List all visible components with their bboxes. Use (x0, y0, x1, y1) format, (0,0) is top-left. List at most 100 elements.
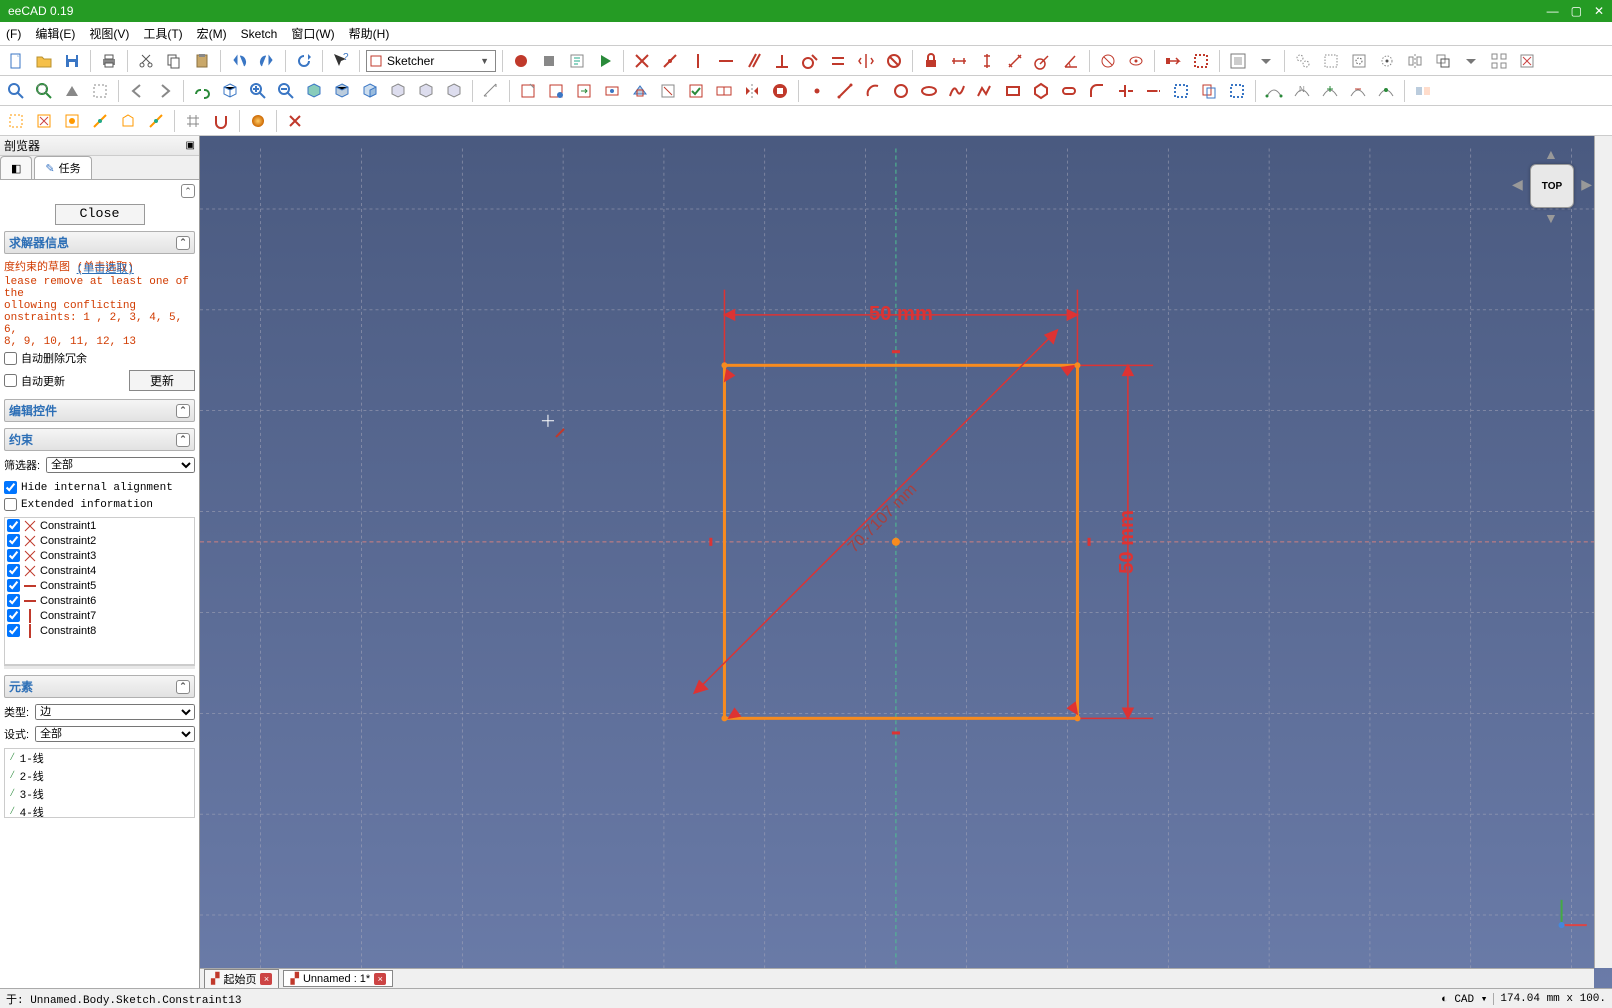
zoom-out-icon[interactable] (274, 79, 298, 103)
auto-update-checkbox[interactable] (4, 374, 17, 387)
create-point-icon[interactable] (805, 79, 829, 103)
constraint-item[interactable]: Constraint4 (5, 563, 194, 578)
constraint-item[interactable]: Constraint6 (5, 593, 194, 608)
menu-help[interactable]: 帮助(H) (349, 25, 390, 42)
start-page-tab[interactable]: ▞ 起始页 × (204, 969, 279, 989)
zoom-in-icon[interactable] (246, 79, 270, 103)
constrain-radius-icon[interactable] (1031, 49, 1055, 73)
show-bspline-info-icon[interactable] (1262, 79, 1286, 103)
constraint-checkbox[interactable] (7, 579, 20, 592)
workbench-selector[interactable]: Sketcher ▼ (366, 50, 496, 72)
restore-alignment-icon[interactable] (1347, 49, 1371, 73)
menu-sketch[interactable]: Sketch (241, 27, 278, 41)
type-select[interactable]: 边 (35, 704, 195, 720)
view-front-icon[interactable] (302, 79, 326, 103)
constraint-checkbox[interactable] (7, 519, 20, 532)
undo-icon[interactable] (227, 49, 251, 73)
update-button[interactable]: 更新 (129, 370, 195, 391)
view-bottom-icon[interactable] (414, 79, 438, 103)
merge-sketch-icon[interactable] (712, 79, 736, 103)
constrain-snell-icon[interactable] (1096, 49, 1120, 73)
bounding-box-icon[interactable] (88, 79, 112, 103)
constrain-hdistance-icon[interactable] (947, 49, 971, 73)
dropdown-icon[interactable] (1459, 49, 1483, 73)
constrain-equal-icon[interactable] (826, 49, 850, 73)
refresh-icon[interactable] (292, 49, 316, 73)
create-slot-icon[interactable] (1057, 79, 1081, 103)
3d-view[interactable]: 50 mm 50 mm 70.7107 mm (200, 136, 1612, 988)
macro-record-icon[interactable] (509, 49, 533, 73)
constraint-item[interactable]: Constraint7 (5, 608, 194, 623)
constrain-distance-icon[interactable] (1003, 49, 1027, 73)
minimize-button[interactable]: — (1547, 4, 1559, 18)
toggle-grid-icon[interactable] (181, 109, 205, 133)
constrain-vdistance-icon[interactable] (975, 49, 999, 73)
dim-v-label[interactable]: 50 mm (1116, 510, 1138, 574)
constraints-header[interactable]: 约束 ⌃ (4, 428, 195, 451)
new-sketch-icon[interactable] (516, 79, 540, 103)
constrain-pointonobject-icon[interactable] (658, 49, 682, 73)
cube-right-arrow[interactable]: ▶ (1581, 176, 1592, 193)
macro-stop-icon[interactable] (537, 49, 561, 73)
pin-icon[interactable]: ▣ (186, 140, 195, 151)
new-file-icon[interactable] (4, 49, 28, 73)
toggle-driving-icon[interactable] (1161, 49, 1185, 73)
chevron-up-icon[interactable]: ⌃ (176, 404, 190, 418)
mirror-sketch-icon[interactable] (740, 79, 764, 103)
dim-h-label[interactable]: 50 mm (869, 303, 933, 325)
whats-this-icon[interactable]: ? (329, 49, 353, 73)
constraints-list[interactable]: Constraint1 Constraint2 Constraint3 Cons… (4, 517, 195, 665)
view-right-icon[interactable] (358, 79, 382, 103)
select-redundant-icon[interactable] (60, 109, 84, 133)
element-item[interactable]: ∕1-线 (5, 749, 194, 767)
create-ellipse-icon[interactable] (917, 79, 941, 103)
open-file-icon[interactable] (32, 49, 56, 73)
macro-manage-icon[interactable] (565, 49, 589, 73)
constrain-coincident-icon[interactable] (630, 49, 654, 73)
maximize-button[interactable]: ▢ (1571, 4, 1582, 18)
constrain-angle-icon[interactable] (1059, 49, 1083, 73)
create-rectangle-icon[interactable] (1001, 79, 1025, 103)
copy-icon[interactable] (162, 49, 186, 73)
tab-task[interactable]: ✎ 任务 (34, 156, 91, 179)
switch-virtual-space-icon[interactable] (1411, 79, 1435, 103)
view-top-icon[interactable] (330, 79, 354, 103)
constraint-item[interactable]: Constraint1 (5, 518, 194, 533)
draw-style-icon[interactable] (60, 79, 84, 103)
collapse-icon[interactable]: ⌃ (181, 184, 195, 198)
view-left-icon[interactable] (442, 79, 466, 103)
elements-list[interactable]: ∕1-线 ∕2-线 ∕3-线 ∕4-线 (4, 748, 195, 818)
element-item[interactable]: ∕2-线 (5, 767, 194, 785)
dim-diag-label[interactable]: 70.7107 mm (844, 480, 920, 556)
constrain-tangent-icon[interactable] (798, 49, 822, 73)
constraint-checkbox[interactable] (7, 534, 20, 547)
constrain-parallel-icon[interactable] (742, 49, 766, 73)
chevron-up-icon[interactable]: ⌃ (176, 236, 190, 250)
select-associated-icon[interactable] (1291, 49, 1315, 73)
chevron-up-icon[interactable]: ⌃ (176, 680, 190, 694)
close-shape-icon[interactable] (116, 109, 140, 133)
close-window-button[interactable]: ✕ (1594, 4, 1604, 18)
constraint-checkbox[interactable] (7, 624, 20, 637)
constraint-item[interactable]: Constraint2 (5, 533, 194, 548)
constrain-symmetric-icon[interactable] (854, 49, 878, 73)
auto-remove-checkbox[interactable] (4, 352, 17, 365)
zoom-fit-icon[interactable] (4, 79, 28, 103)
connect-edges-icon[interactable] (144, 109, 168, 133)
constraint-item[interactable]: Constraint3 (5, 548, 194, 563)
menu-edit[interactable]: 编辑(E) (35, 25, 75, 42)
select-conflicting-icon[interactable] (32, 109, 56, 133)
select-dof-icon[interactable] (88, 109, 112, 133)
carbon-copy-icon[interactable] (1197, 79, 1221, 103)
menu-file[interactable]: (F) (6, 27, 21, 41)
leave-sketch-icon[interactable] (572, 79, 596, 103)
increase-degree-icon[interactable] (1318, 79, 1342, 103)
constrain-internal-icon[interactable] (1124, 49, 1148, 73)
vertical-scrollbar[interactable] (1594, 136, 1612, 968)
view-rear-icon[interactable] (386, 79, 410, 103)
nav-forward-icon[interactable] (153, 79, 177, 103)
create-fillet-icon[interactable] (1085, 79, 1109, 103)
isometric-icon[interactable] (218, 79, 242, 103)
trim-edge-icon[interactable] (1113, 79, 1137, 103)
cube-down-arrow[interactable]: ▼ (1544, 210, 1558, 226)
